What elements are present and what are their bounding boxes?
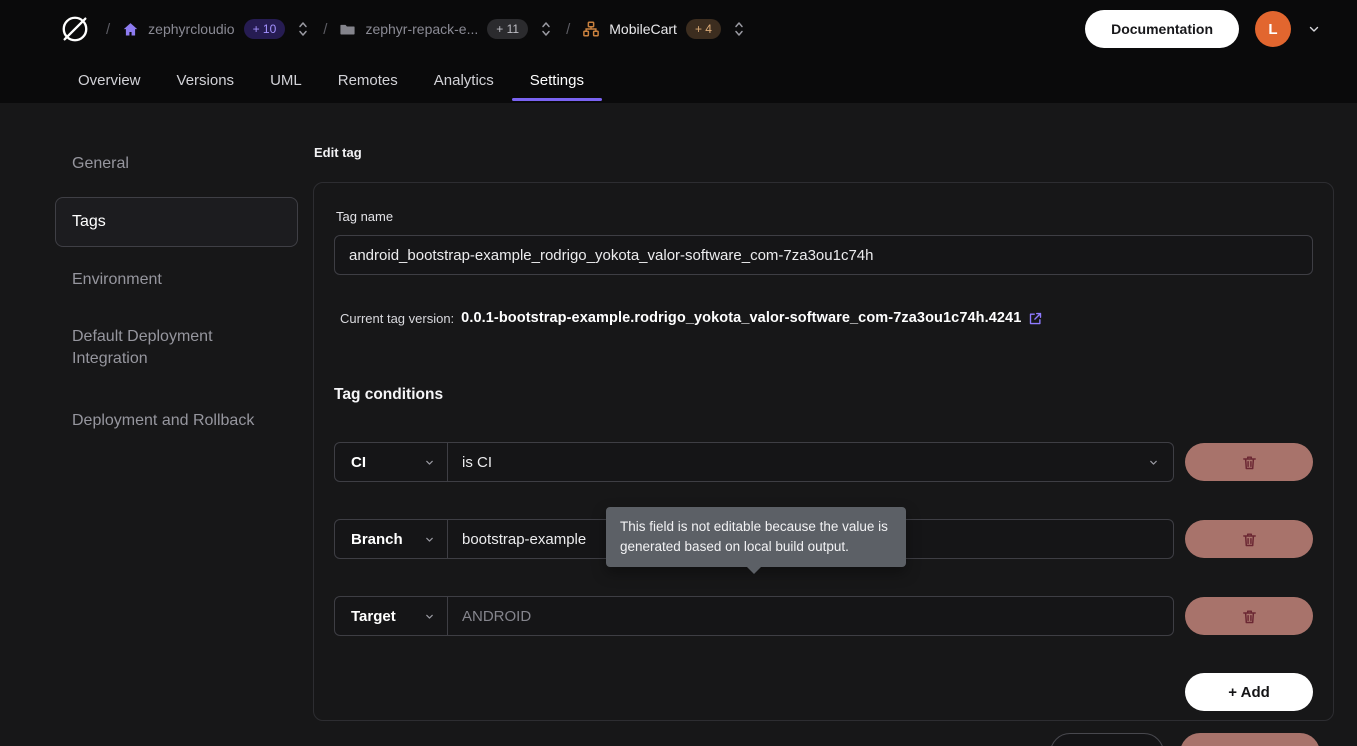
tab-remotes[interactable]: Remotes — [320, 58, 416, 103]
sidebar-item-tags[interactable]: Tags — [55, 197, 298, 247]
chevron-down-icon — [424, 611, 435, 622]
not-editable-tooltip: This field is not editable because the v… — [606, 507, 906, 567]
home-icon — [122, 21, 139, 38]
project-count-badge: + 11 — [487, 19, 528, 39]
delete-condition-button[interactable] — [1185, 520, 1313, 558]
settings-sidebar: General Tags Environment Default Deploym… — [0, 103, 313, 746]
breadcrumb-separator: / — [566, 21, 570, 38]
condition-value-label: is CI — [462, 454, 492, 471]
condition-type-select[interactable]: Branch — [335, 520, 448, 558]
trash-icon — [1241, 608, 1258, 625]
condition-value-select[interactable]: is CI — [448, 443, 1173, 481]
condition-field: Target — [334, 596, 1174, 636]
add-row: + Add — [334, 673, 1313, 711]
tab-uml[interactable]: UML — [252, 58, 320, 103]
topbar-actions: Documentation L — [1085, 10, 1321, 48]
tab-versions[interactable]: Versions — [159, 58, 253, 103]
external-link-icon[interactable] — [1028, 311, 1043, 326]
app-hierarchy-icon — [582, 20, 600, 38]
org-label: zephyrcloudio — [148, 21, 234, 37]
sidebar-item-environment[interactable]: Environment — [55, 269, 298, 291]
condition-row-ci: CI is CI — [334, 442, 1313, 482]
current-version-value: 0.0.1-bootstrap-example.rodrigo_yokota_v… — [461, 310, 1021, 326]
breadcrumb-project[interactable]: zephyr-repack-e... + 11 — [339, 19, 528, 39]
tag-name-input[interactable] — [334, 235, 1313, 275]
sidebar-item-default-deployment-integration[interactable]: Default Deployment Integration — [55, 326, 255, 370]
org-switcher-icon[interactable] — [295, 18, 311, 40]
project-label: zephyr-repack-e... — [365, 21, 478, 37]
breadcrumb-separator: / — [323, 21, 327, 38]
condition-type-label: Branch — [351, 531, 403, 548]
tab-overview[interactable]: Overview — [60, 58, 159, 103]
delete-condition-button[interactable] — [1185, 597, 1313, 635]
tab-analytics[interactable]: Analytics — [416, 58, 512, 103]
project-switcher-icon[interactable] — [538, 18, 554, 40]
current-version-label: Current tag version: — [340, 311, 454, 326]
breadcrumb-separator: / — [106, 21, 110, 38]
top-bar: / zephyrcloudio + 10 / zephyr-repack-e..… — [0, 0, 1357, 58]
breadcrumb-app[interactable]: MobileCart + 4 — [582, 19, 721, 39]
documentation-button[interactable]: Documentation — [1085, 10, 1239, 48]
condition-type-label: Target — [351, 608, 396, 625]
main-nav: Overview Versions UML Remotes Analytics … — [0, 58, 1357, 103]
condition-row-target: Target — [334, 596, 1313, 636]
edit-tag-card: Tag name Current tag version: 0.0.1-boot… — [313, 182, 1334, 721]
org-count-badge: + 10 — [244, 19, 286, 39]
current-tag-version: Current tag version: 0.0.1-bootstrap-exa… — [340, 310, 1313, 326]
condition-field: CI is CI — [334, 442, 1174, 482]
condition-type-select[interactable]: Target — [335, 597, 448, 635]
bottom-danger-button-partial[interactable] — [1180, 733, 1320, 746]
chevron-down-icon — [424, 457, 435, 468]
avatar[interactable]: L — [1255, 11, 1291, 47]
sidebar-item-general[interactable]: General — [55, 153, 298, 175]
trash-icon — [1241, 454, 1258, 471]
condition-value-input-disabled — [448, 597, 1173, 635]
account-menu-chevron-icon[interactable] — [1307, 22, 1321, 36]
app-switcher-icon[interactable] — [731, 18, 747, 40]
delete-condition-button[interactable] — [1185, 443, 1313, 481]
chevron-down-icon — [424, 534, 435, 545]
zephyr-logo-icon[interactable] — [56, 10, 94, 48]
breadcrumb: / zephyrcloudio + 10 / zephyr-repack-e..… — [56, 10, 747, 48]
tag-conditions-title: Tag conditions — [334, 386, 1313, 404]
sidebar-item-deployment-and-rollback[interactable]: Deployment and Rollback — [55, 410, 298, 432]
page-title: Edit tag — [314, 145, 1334, 160]
add-condition-button[interactable]: + Add — [1185, 673, 1313, 711]
trash-icon — [1241, 531, 1258, 548]
breadcrumb-org[interactable]: zephyrcloudio + 10 — [122, 19, 285, 39]
condition-type-label: CI — [351, 454, 366, 471]
app-label: MobileCart — [609, 21, 677, 37]
folder-icon — [339, 21, 356, 38]
content-area: General Tags Environment Default Deploym… — [0, 103, 1357, 746]
condition-type-select[interactable]: CI — [335, 443, 448, 481]
bottom-secondary-button-partial[interactable] — [1050, 733, 1164, 746]
chevron-down-icon — [1148, 457, 1159, 468]
tag-name-label: Tag name — [336, 209, 1313, 224]
app-count-badge: + 4 — [686, 19, 721, 39]
settings-main: Edit tag Tag name Current tag version: 0… — [313, 103, 1357, 746]
tab-settings[interactable]: Settings — [512, 58, 602, 103]
